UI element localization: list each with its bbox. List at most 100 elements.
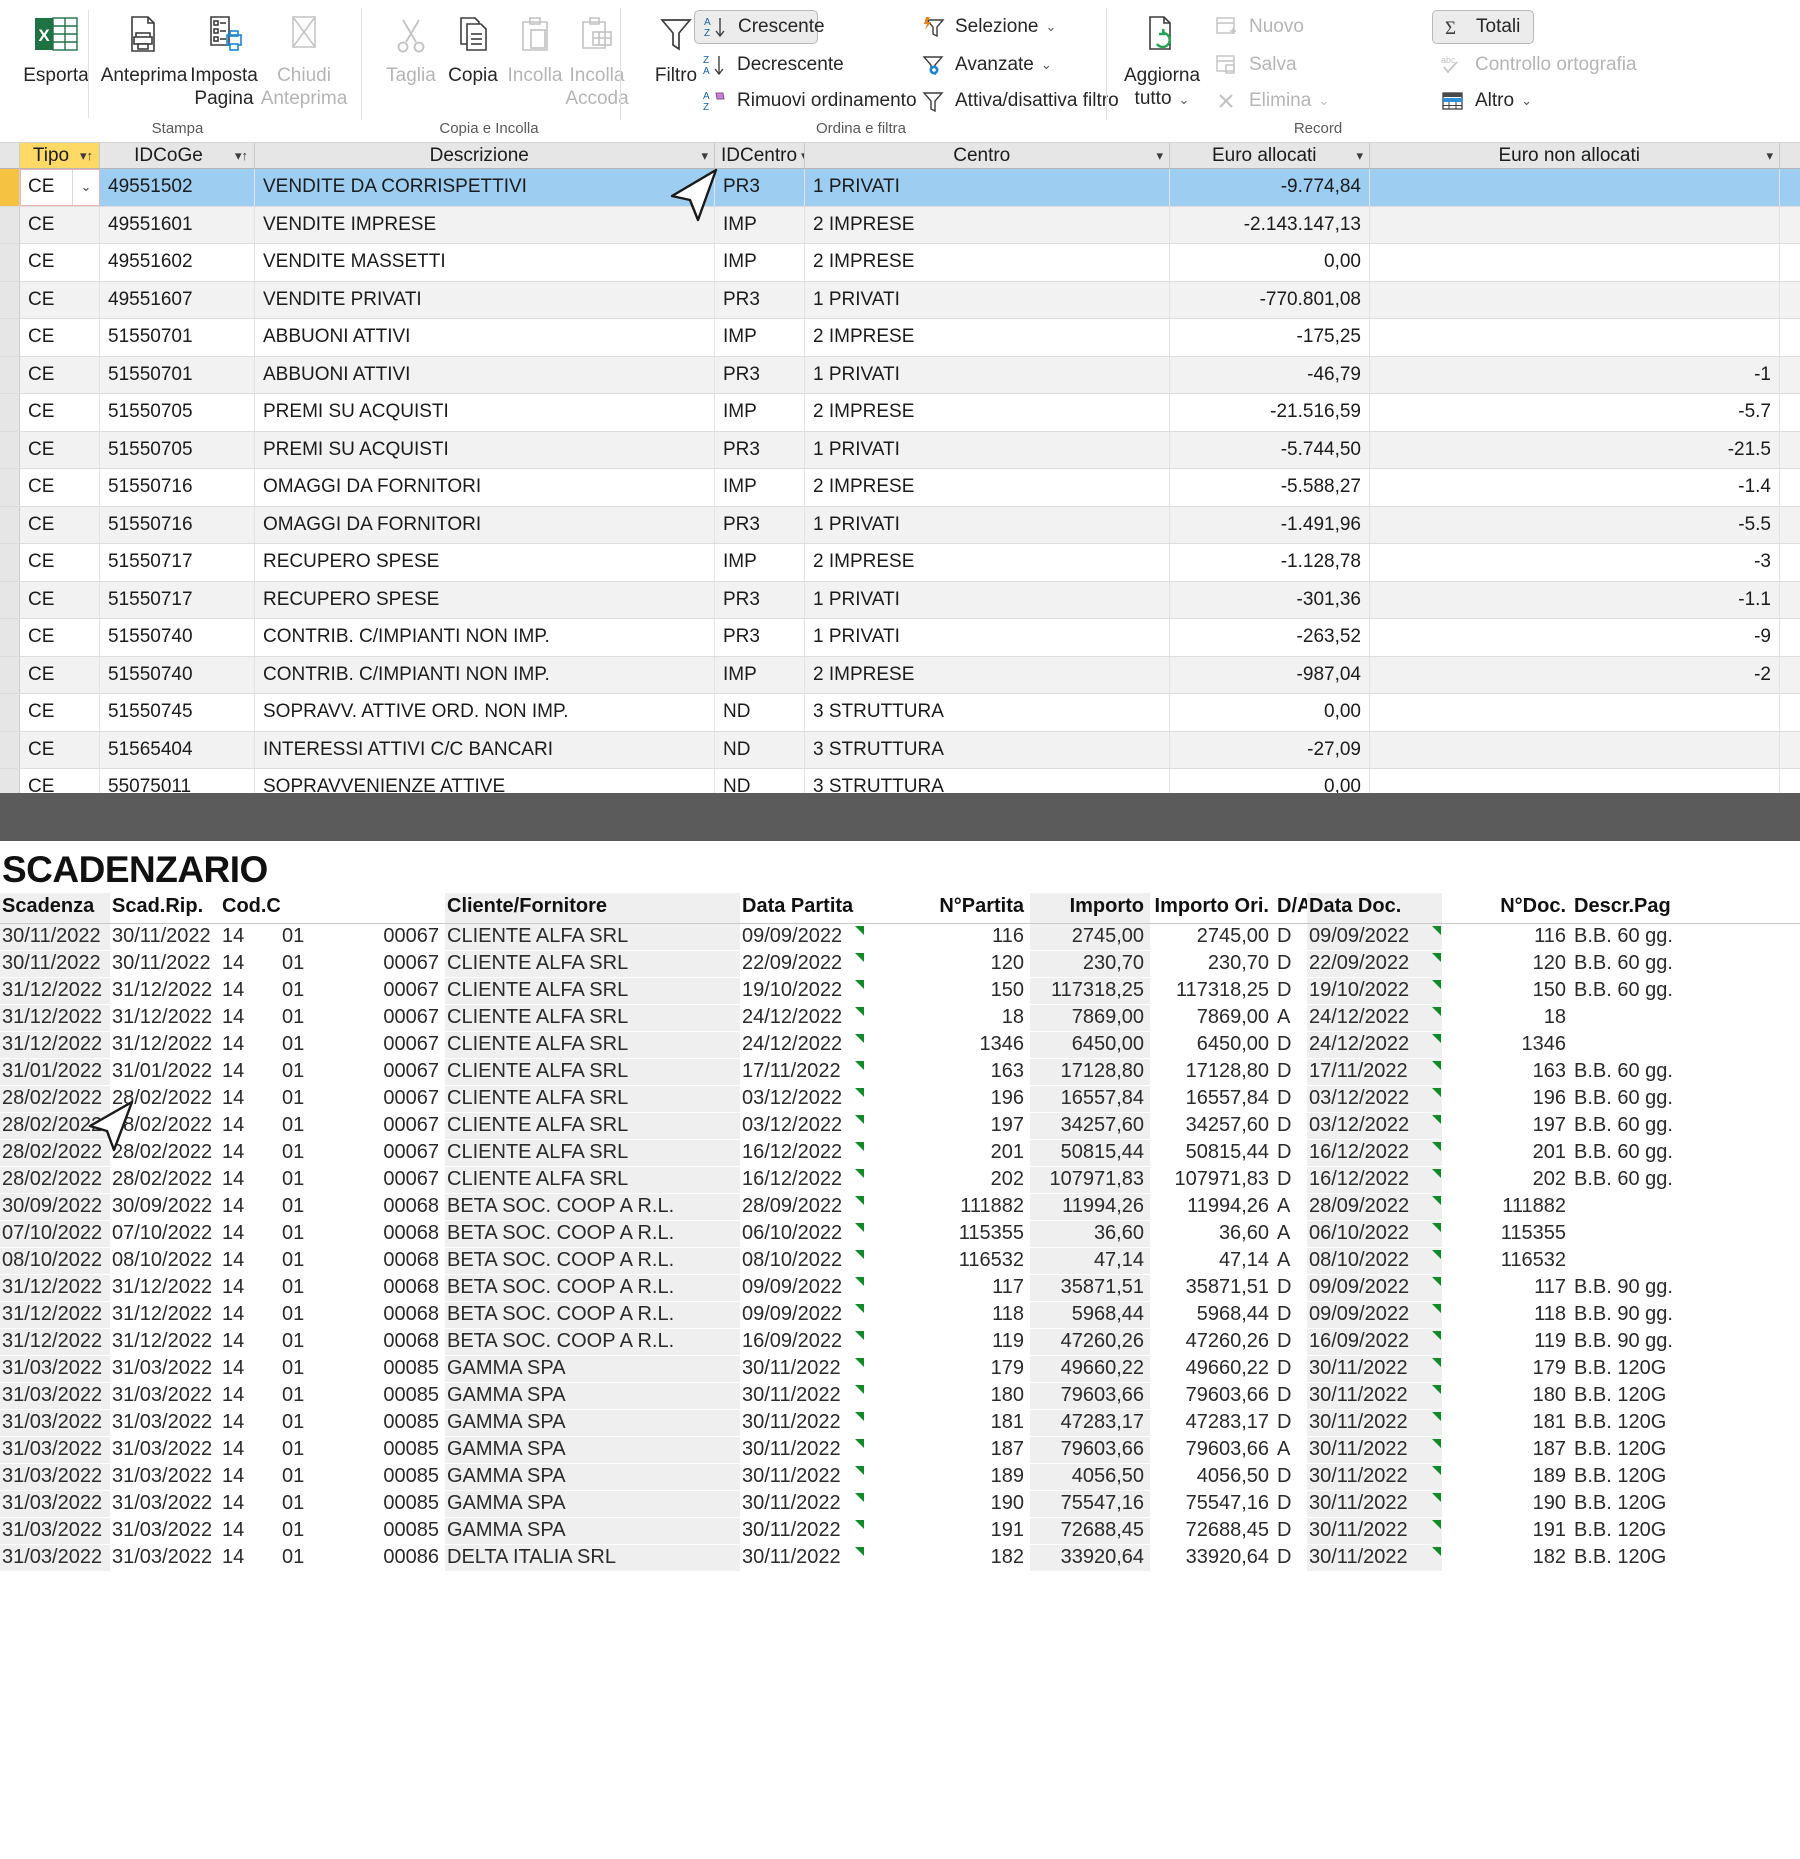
scad-cell-cliente_fornitore[interactable]: GAMMA SPA (445, 1463, 740, 1491)
scad-cell-cod_conto_a[interactable]: 14 (220, 1274, 280, 1302)
scad-cell-descr_pag[interactable]: B.B. 120G (1572, 1490, 1800, 1518)
scad-cell-n_doc[interactable]: 190 (1442, 1490, 1572, 1518)
scad-cell-cliente_fornitore[interactable]: BETA SOC. COOP A R.L. (445, 1274, 740, 1302)
scad-cell-scad_rip[interactable]: 30/09/2022 (110, 1193, 220, 1221)
scad-cell-n_partita[interactable]: 111882 (865, 1193, 1030, 1221)
scad-cell-n_partita[interactable]: 116 (865, 923, 1030, 951)
scad-cell-scadenza[interactable]: 31/12/2022 (0, 1031, 110, 1059)
scad-cell-descr_pag[interactable] (1572, 1220, 1800, 1248)
scad-table-row[interactable]: 31/03/2022 31/03/2022 14 01 00085 GAMMA SPA 30… (0, 1409, 1800, 1437)
column-header-euro_allocati[interactable]: Euro allocati ▾ (1170, 143, 1370, 168)
scad-cell-cod_conto_c[interactable]: 00067 (325, 1031, 445, 1059)
scad-cell-da[interactable]: A (1275, 1247, 1307, 1275)
cell-descrizione[interactable]: VENDITE DA CORRISPETTIVI (255, 169, 715, 206)
cell-descrizione[interactable]: ABBUONI ATTIVI (255, 356, 715, 393)
scad-cell-importo_ori[interactable]: 49660,22 (1150, 1355, 1275, 1383)
row-selector[interactable] (0, 169, 20, 206)
cell-idcoge[interactable]: 51550740 (100, 619, 255, 656)
scad-cell-n_doc[interactable]: 118 (1442, 1301, 1572, 1329)
scad-cell-n_partita[interactable]: 115355 (865, 1220, 1030, 1248)
cell-euro_non_allocati[interactable]: -2 (1370, 656, 1780, 693)
scad-cell-importo[interactable]: 6450,00 (1030, 1031, 1150, 1059)
scad-cell-n_doc[interactable]: 189 (1442, 1463, 1572, 1491)
cell-tipo[interactable]: CE (20, 581, 100, 618)
scad-cell-importo_ori[interactable]: 34257,60 (1150, 1112, 1275, 1140)
scad-cell-cod_conto_a[interactable]: 14 (220, 950, 280, 978)
cell-idcentro[interactable]: PR3 (715, 431, 805, 468)
scad-cell-data_partita[interactable]: 16/12/2022 (740, 1166, 865, 1194)
scad-cell-scad_rip[interactable]: 28/02/2022 (110, 1085, 220, 1113)
scad-cell-da[interactable]: D (1275, 950, 1307, 978)
cell-tipo[interactable]: CE (20, 244, 100, 281)
scad-cell-n_partita[interactable]: 120 (865, 950, 1030, 978)
scad-cell-da[interactable]: D (1275, 1166, 1307, 1194)
cell-descrizione[interactable]: OMAGGI DA FORNITORI (255, 469, 715, 506)
cell-centro[interactable]: 2 IMPRESE (805, 544, 1170, 581)
scad-cell-data_doc[interactable]: 16/12/2022 (1307, 1139, 1442, 1167)
cell-euro_allocati[interactable]: -2.143.147,13 (1170, 206, 1370, 243)
selezione-button[interactable]: Selezione ⌄ (912, 10, 1056, 44)
scad-cell-importo_ori[interactable]: 16557,84 (1150, 1085, 1275, 1113)
scad-cell-cod_conto_b[interactable]: 01 (280, 1274, 325, 1302)
scad-cell-data_doc[interactable]: 30/11/2022 (1307, 1409, 1442, 1437)
scad-cell-descr_pag[interactable]: B.B. 60 gg. (1572, 923, 1800, 951)
cell-descrizione[interactable]: SOPRAVV. ATTIVE ORD. NON IMP. (255, 694, 715, 731)
datasheet-row[interactable]: CE 49551601 VENDITE IMPRESE IMP 2 IMPRESE -2.… (0, 206, 1800, 244)
cell-euro_non_allocati[interactable]: -5.5 (1370, 506, 1780, 543)
chevron-down-icon[interactable]: ⌄ (72, 170, 99, 205)
scad-table-row[interactable]: 31/12/2022 31/12/2022 14 01 00068 BETA SOC. C… (0, 1328, 1800, 1356)
row-selector[interactable] (0, 581, 20, 618)
scad-cell-cod_conto_c[interactable]: 00067 (325, 1085, 445, 1113)
access-datasheet[interactable]: Tipo▾↑IDCoGe▾↑Descrizione▾IDCentro▾Centr… (0, 143, 1800, 793)
cell-euro_allocati[interactable]: -5.744,50 (1170, 431, 1370, 468)
scad-cell-cod_conto_a[interactable]: 14 (220, 1517, 280, 1545)
scad-cell-descr_pag[interactable] (1572, 1031, 1800, 1059)
cell-descrizione[interactable]: INTERESSI ATTIVI C/C BANCARI (255, 731, 715, 768)
scad-cell-scad_rip[interactable]: 31/12/2022 (110, 1004, 220, 1032)
cell-tipo[interactable]: CE (20, 694, 100, 731)
scad-cell-importo[interactable]: 36,60 (1030, 1220, 1150, 1248)
cell-centro[interactable]: 2 IMPRESE (805, 394, 1170, 431)
scad-cell-data_doc[interactable]: 30/11/2022 (1307, 1490, 1442, 1518)
scad-cell-importo_ori[interactable]: 107971,83 (1150, 1166, 1275, 1194)
scad-cell-n_partita[interactable]: 190 (865, 1490, 1030, 1518)
datasheet-row[interactable]: CE 55075011 SOPRAVVENIENZE ATTIVE ND 3 STRUT… (0, 769, 1800, 793)
scad-cell-cod_conto_a[interactable]: 14 (220, 1409, 280, 1437)
scad-cell-importo[interactable]: 2745,00 (1030, 923, 1150, 951)
row-selector[interactable] (0, 619, 20, 656)
scad-cell-n_doc[interactable]: 119 (1442, 1328, 1572, 1356)
cell-centro[interactable]: 1 PRIVATI (805, 581, 1170, 618)
scad-cell-da[interactable]: D (1275, 1517, 1307, 1545)
scad-cell-n_partita[interactable]: 187 (865, 1436, 1030, 1464)
scad-cell-cod_conto_c[interactable]: 00085 (325, 1490, 445, 1518)
cell-euro_non_allocati[interactable] (1370, 319, 1780, 356)
cell-descrizione[interactable]: CONTRIB. C/IMPIANTI NON IMP. (255, 619, 715, 656)
scad-cell-cod_conto_c[interactable]: 00086 (325, 1544, 445, 1572)
scad-cell-scadenza[interactable]: 08/10/2022 (0, 1247, 110, 1275)
scad-cell-importo_ori[interactable]: 72688,45 (1150, 1517, 1275, 1545)
scad-table-row[interactable]: 31/03/2022 31/03/2022 14 01 00085 GAMMA SPA 30… (0, 1490, 1800, 1518)
scad-table-row[interactable]: 30/11/2022 30/11/2022 14 01 00067 CLIENTE ALF… (0, 950, 1800, 978)
scad-cell-cliente_fornitore[interactable]: BETA SOC. COOP A R.L. (445, 1247, 740, 1275)
cell-euro_non_allocati[interactable]: -5.7 (1370, 394, 1780, 431)
scad-cell-importo_ori[interactable]: 6450,00 (1150, 1031, 1275, 1059)
cell-tipo[interactable]: CE (20, 656, 100, 693)
scad-cell-cod_conto_a[interactable]: 14 (220, 1301, 280, 1329)
cell-tipo[interactable]: CE (20, 206, 100, 243)
filter-dropdown-icon[interactable]: ▾ (1156, 148, 1163, 164)
scad-cell-n_partita[interactable]: 117 (865, 1274, 1030, 1302)
scad-cell-da[interactable]: D (1275, 977, 1307, 1005)
scad-cell-cliente_fornitore[interactable]: GAMMA SPA (445, 1490, 740, 1518)
scad-cell-descr_pag[interactable]: B.B. 60 gg. (1572, 1166, 1800, 1194)
scad-cell-cliente_fornitore[interactable]: BETA SOC. COOP A R.L. (445, 1301, 740, 1329)
scad-cell-cliente_fornitore[interactable]: GAMMA SPA (445, 1436, 740, 1464)
datasheet-row[interactable]: CE 49551602 VENDITE MASSETTI IMP 2 IMPRESE 0,… (0, 244, 1800, 282)
datasheet-row[interactable]: CE 51565404 INTERESSI ATTIVI C/C BANCARI ND… (0, 731, 1800, 769)
scad-cell-cod_conto_b[interactable]: 01 (280, 1355, 325, 1383)
scad-cell-cod_conto_a[interactable]: 14 (220, 1031, 280, 1059)
scad-cell-data_doc[interactable]: 09/09/2022 (1307, 1301, 1442, 1329)
cell-idcoge[interactable]: 51550701 (100, 356, 255, 393)
cell-centro[interactable]: 2 IMPRESE (805, 244, 1170, 281)
scad-cell-scadenza[interactable]: 07/10/2022 (0, 1220, 110, 1248)
cell-idcoge[interactable]: 51550705 (100, 394, 255, 431)
